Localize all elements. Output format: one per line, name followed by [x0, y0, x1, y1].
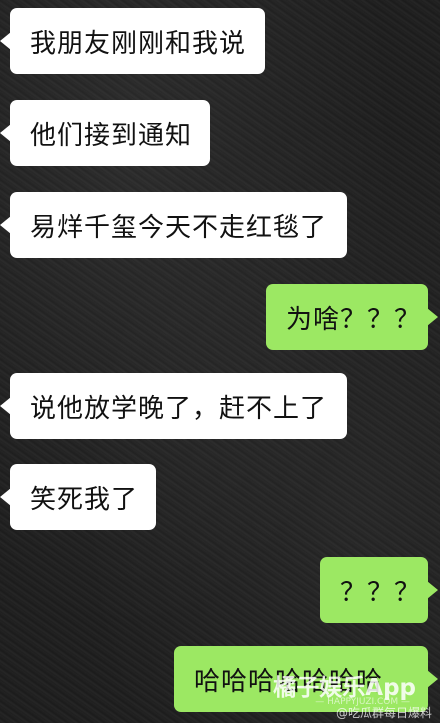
message-bubble-outgoing[interactable]: ？？？	[320, 557, 438, 623]
message-text: 他们接到通知	[30, 120, 193, 151]
chat-thread: 我朋友刚刚和我说 他们接到通知 易烊千玺今天不走红毯了 为啥？？？ 说他放学晚了…	[0, 0, 440, 723]
message-bubble-incoming[interactable]: 易烊千玺今天不走红毯了	[0, 192, 347, 258]
message-text: 笑死我了	[30, 484, 139, 515]
message-text: 说他放学晚了，赶不上了	[30, 393, 328, 424]
source-credit: @吃瓜群每日爆料	[335, 706, 432, 720]
message-bubble-incoming[interactable]: 我朋友刚刚和我说	[0, 8, 265, 74]
message-text: 我朋友刚刚和我说	[30, 28, 247, 59]
message-bubble-incoming[interactable]: 说他放学晚了，赶不上了	[0, 373, 347, 439]
message-bubble-incoming[interactable]: 他们接到通知	[0, 100, 210, 166]
message-text: ？？？	[340, 577, 422, 608]
message-bubble-outgoing[interactable]: 为啥？？？	[266, 284, 438, 350]
message-text: 易烊千玺今天不走红毯了	[30, 212, 328, 243]
message-bubble-incoming[interactable]: 笑死我了	[0, 464, 156, 530]
message-text: 为啥？？？	[286, 304, 422, 335]
